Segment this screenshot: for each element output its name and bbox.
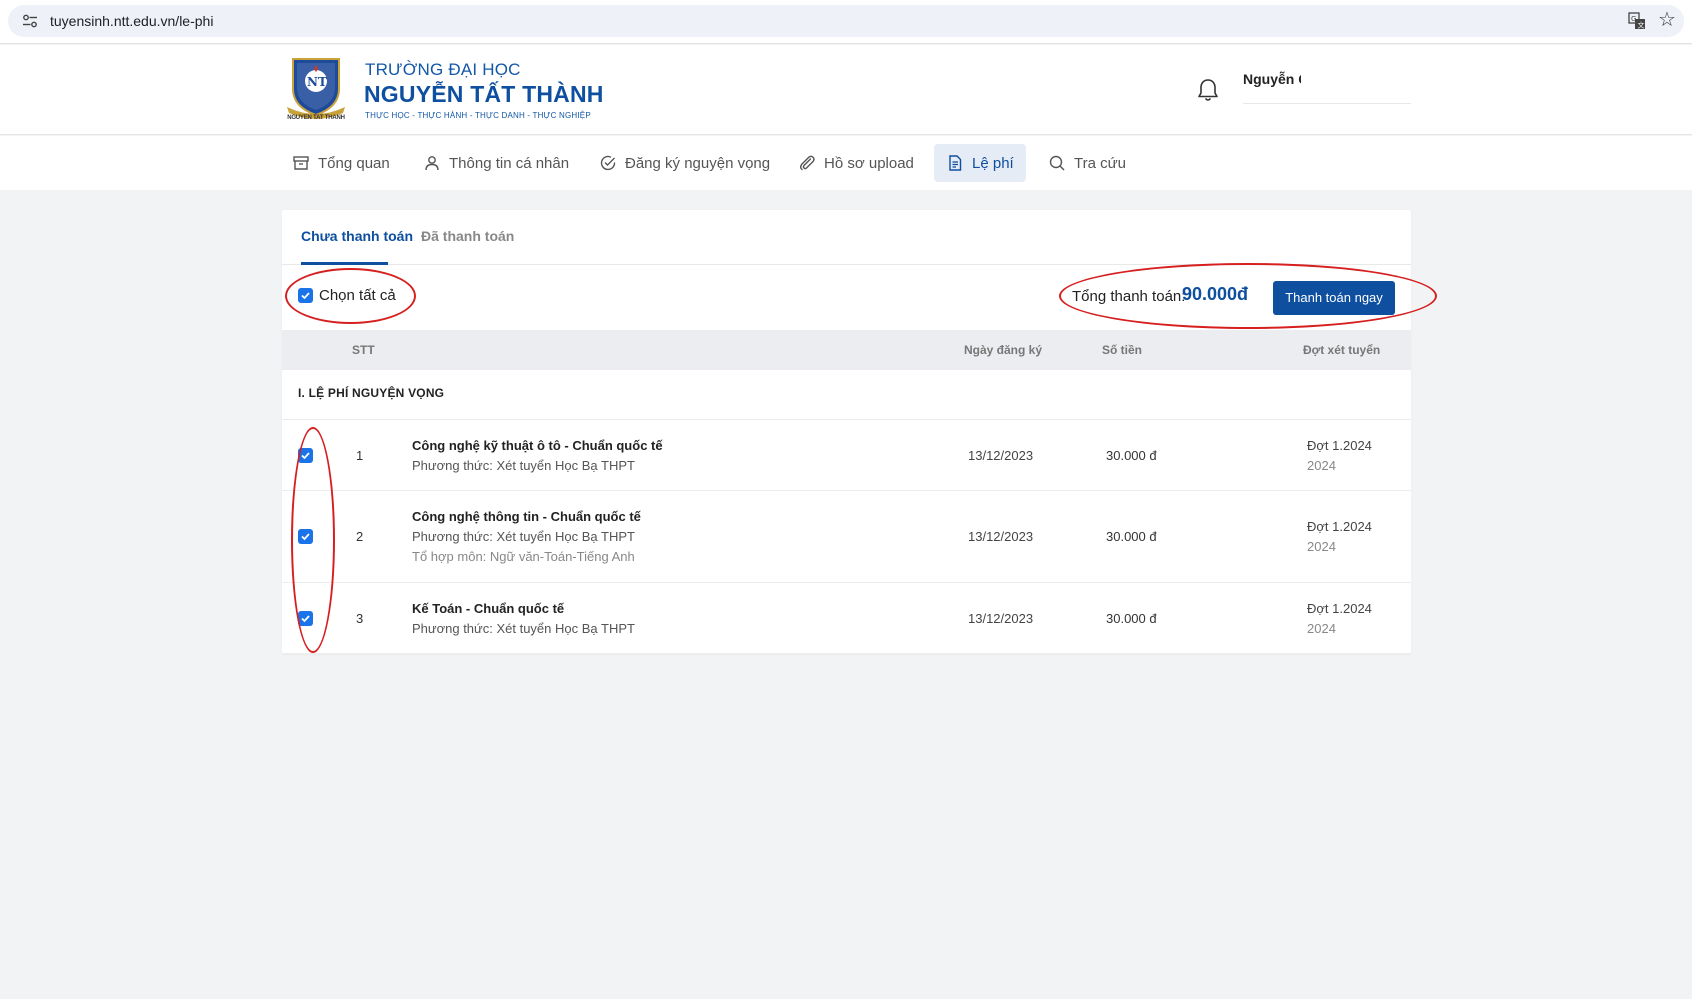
- svg-text:文: 文: [1638, 21, 1645, 30]
- nav-item-thong-tin-ca-nhan[interactable]: Thông tin cá nhân: [411, 144, 581, 182]
- check-icon: [301, 533, 310, 541]
- column-header-round: Đợt xét tuyển: [1303, 343, 1381, 357]
- row-course: Công nghệ thông tin - Chuẩn quốc tế: [412, 509, 641, 524]
- check-icon: [301, 452, 310, 460]
- row-amount: 30.000 đ: [1106, 611, 1157, 626]
- row-stt: 3: [356, 611, 364, 626]
- logo-caption: NGUYEN TAT THANH: [287, 115, 345, 121]
- notification-bell-icon[interactable]: [1196, 77, 1220, 103]
- row-stt: 1: [356, 448, 364, 463]
- bookmark-star-icon[interactable]: ☆: [1658, 10, 1676, 30]
- select-all-checkbox[interactable]: Chọn tất cả: [298, 287, 396, 304]
- row-checkbox[interactable]: [298, 448, 313, 463]
- pay-now-button[interactable]: Thanh toán ngay: [1273, 281, 1395, 315]
- row-date: 13/12/2023: [968, 611, 1034, 626]
- column-header-amount: Số tiền: [1102, 343, 1143, 357]
- row-checkbox[interactable]: [298, 611, 313, 626]
- nav-label: Đăng ký nguyện vọng: [625, 154, 771, 172]
- active-tab-indicator: [301, 262, 388, 265]
- archive-icon: [293, 156, 309, 170]
- site-header: NT NGUYEN TAT THANH TRƯỜNG ĐẠI HỌC NGUYỄ…: [0, 45, 1692, 135]
- nav-label: Tổng quan: [318, 154, 390, 172]
- svg-text:NT: NT: [307, 75, 327, 89]
- tab-paid[interactable]: Đã thanh toán: [421, 228, 514, 244]
- university-logo-icon[interactable]: NT: [281, 55, 351, 123]
- check-icon: [301, 292, 310, 300]
- nav-item-dang-ky-nguyen-vong[interactable]: Đăng ký nguyện vọng: [587, 144, 782, 182]
- address-bar[interactable]: tuyensinh.ntt.edu.vn/le-phi G 文 ☆: [8, 5, 1684, 37]
- column-header-date: Ngày đăng ký: [964, 343, 1043, 357]
- section-title: I. LỆ PHÍ NGUYỆN VỌNG: [298, 386, 445, 400]
- user-name[interactable]: Nguyễn C: [1243, 71, 1301, 87]
- translate-icon[interactable]: G 文: [1628, 12, 1646, 30]
- row-method: Phương thức: Xét tuyển Học Bạ THPT: [412, 529, 635, 544]
- nav-label: Thông tin cá nhân: [449, 154, 570, 172]
- browser-toolbar: tuyensinh.ntt.edu.vn/le-phi G 文 ☆: [0, 0, 1692, 44]
- site-settings-icon[interactable]: [22, 14, 38, 28]
- payment-tabs: Chưa thanh toán Đã thanh toán: [282, 210, 1411, 265]
- row-method: Phương thức: Xét tuyển Học Bạ THPT: [412, 458, 635, 473]
- row-method: Phương thức: Xét tuyển Học Bạ THPT: [412, 621, 635, 636]
- row-amount: 30.000 đ: [1106, 448, 1157, 463]
- row-round: Đợt 1.2024: [1307, 601, 1372, 616]
- row-course: Kế Toán - Chuẩn quốc tế: [412, 601, 565, 616]
- row-date: 13/12/2023: [968, 448, 1034, 463]
- nav-item-tong-quan[interactable]: Tổng quan: [280, 144, 402, 182]
- nav-label: Hồ sơ upload: [824, 154, 914, 172]
- svg-text:G: G: [1631, 15, 1636, 23]
- table-row[interactable]: 2 Công nghệ thông tin - Chuẩn quốc tế Ph…: [282, 491, 1411, 583]
- checkbox-checked[interactable]: [298, 288, 313, 303]
- tab-unpaid[interactable]: Chưa thanh toán: [301, 228, 413, 244]
- nav-item-tra-cuu[interactable]: Tra cứu: [1036, 144, 1138, 182]
- row-round: Đợt 1.2024: [1307, 519, 1372, 534]
- select-all-label: Chọn tất cả: [319, 287, 396, 304]
- row-year: 2024: [1307, 621, 1336, 636]
- search-icon: [1049, 155, 1065, 171]
- paperclip-icon: [799, 155, 815, 171]
- user-divider: [1243, 103, 1411, 104]
- column-header-stt: STT: [352, 343, 375, 357]
- nav-label: Tra cứu: [1074, 154, 1126, 172]
- nav-item-le-phi[interactable]: Lệ phí: [934, 144, 1026, 182]
- row-stt: 2: [356, 529, 364, 544]
- brand-title-line2[interactable]: NGUYỄN TẤT THÀNH: [364, 81, 604, 108]
- url-text[interactable]: tuyensinh.ntt.edu.vn/le-phi: [50, 13, 213, 29]
- check-circle-icon: [600, 155, 616, 171]
- check-icon: [301, 615, 310, 623]
- table-row[interactable]: 1 Công nghệ kỹ thuật ô tô - Chuẩn quốc t…: [282, 420, 1411, 491]
- nav-item-ho-so-upload[interactable]: Hồ sơ upload: [786, 144, 926, 182]
- row-subject-combination: Tổ hợp môn: Ngữ văn-Toán-Tiếng Anh: [412, 549, 635, 564]
- user-icon: [425, 156, 439, 171]
- row-year: 2024: [1307, 539, 1336, 554]
- table-header: STT Ngày đăng ký Số tiền Đợt xét tuyển: [282, 330, 1411, 370]
- total-amount: 90.000đ: [1182, 284, 1249, 304]
- row-course: Công nghệ kỹ thuật ô tô - Chuẩn quốc tế: [412, 438, 663, 453]
- brand-slogan: THỰC HỌC - THỰC HÀNH - THỰC DANH - THỰC …: [365, 111, 591, 120]
- row-date: 13/12/2023: [968, 529, 1034, 544]
- nav-label: Lệ phí: [972, 154, 1014, 172]
- fee-panel: Chưa thanh toán Đã thanh toán Chọn tất c…: [282, 210, 1411, 654]
- brand-title-line1[interactable]: TRƯỜNG ĐẠI HỌC: [365, 60, 521, 80]
- total-label: Tổng thanh toán:: [1072, 288, 1186, 305]
- row-year: 2024: [1307, 458, 1336, 473]
- row-checkbox[interactable]: [298, 529, 313, 544]
- document-icon: [949, 155, 962, 171]
- main-navigation: Tổng quan Thông tin cá nhân Đăng ký nguy…: [0, 136, 1692, 190]
- row-round: Đợt 1.2024: [1307, 438, 1372, 453]
- row-amount: 30.000 đ: [1106, 529, 1157, 544]
- payment-toolbar: Chọn tất cả Tổng thanh toán: 90.000đ Tha…: [282, 266, 1411, 340]
- table-row[interactable]: 3 Kế Toán - Chuẩn quốc tế Phương thức: X…: [282, 583, 1411, 654]
